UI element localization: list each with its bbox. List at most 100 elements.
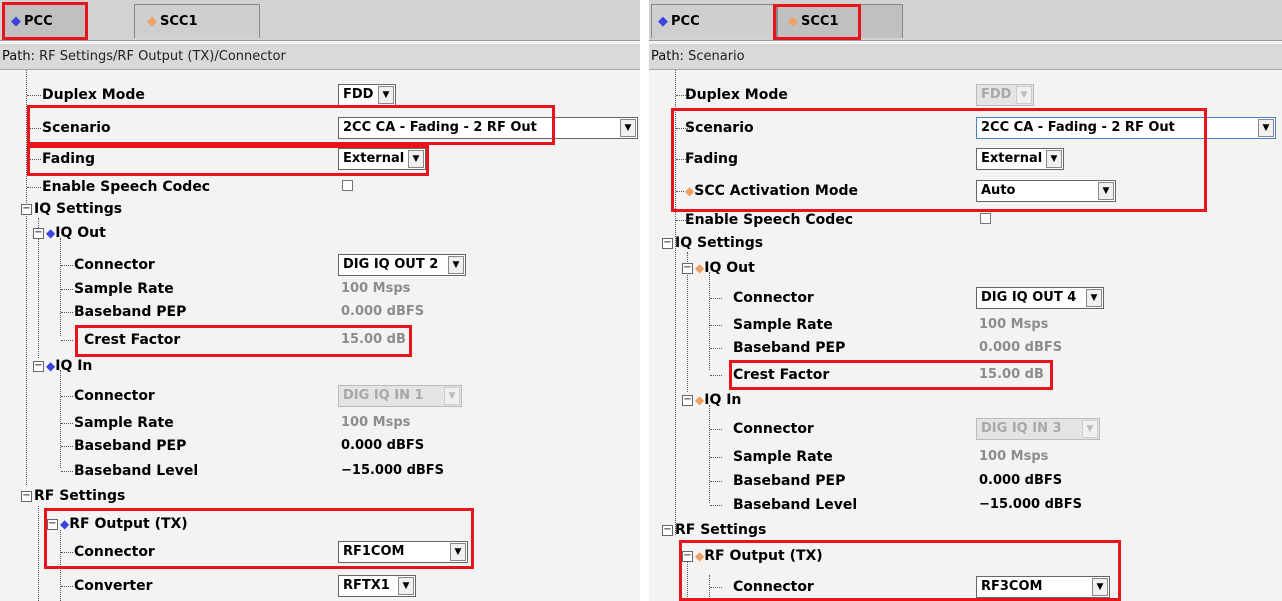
tree-line [710, 429, 722, 430]
path-value: RF Settings/RF Output (TX)/Connector [39, 49, 286, 64]
rf-converter-select[interactable]: RFTX1 ▼ [338, 575, 416, 597]
tree-line [61, 312, 73, 313]
scc-diamond-icon: ◆ [695, 393, 705, 407]
chevron-down-icon[interactable]: ▼ [450, 543, 466, 561]
scc-activation-text: SCC Activation Mode [694, 183, 858, 199]
collapse-icon[interactable]: − [662, 238, 673, 249]
collapse-icon[interactable]: − [682, 263, 693, 274]
path-bar: Path: RF Settings/RF Output (TX)/Connect… [0, 44, 640, 70]
tab-pcc[interactable]: ◆ PCC [2, 4, 86, 38]
sample-rate-label: Sample Rate [733, 449, 833, 465]
panel-divider [640, 0, 649, 601]
chevron-down-icon[interactable]: ▼ [1092, 578, 1108, 596]
rf-connector-select[interactable]: RF3COM ▼ [976, 576, 1110, 598]
speech-codec-checkbox[interactable] [980, 213, 991, 224]
chevron-down-icon[interactable]: ▼ [448, 256, 464, 274]
collapse-icon[interactable]: − [33, 228, 44, 239]
duplex-mode-select[interactable]: FDD ▼ [338, 84, 396, 106]
connector-label: Connector [74, 257, 155, 273]
tab-scc1[interactable]: ◆ SCC1 [777, 4, 903, 38]
iq-in-text: IQ In [55, 358, 93, 374]
settings-tree: Duplex Mode FDD ▼ Scenario 2CC CA - Fadi… [0, 70, 640, 601]
speech-codec-checkbox[interactable] [342, 180, 353, 191]
crest-factor-value: 15.00 dB [979, 367, 1044, 382]
iq-in-connector-select: DIG IQ IN 3 ▼ [976, 418, 1100, 440]
rf-connector-select[interactable]: RF1COM ▼ [338, 541, 468, 563]
sample-rate-value: 100 Msps [341, 281, 411, 296]
rf-connector-value: RF1COM [343, 544, 405, 559]
row-iq-out-pep: Baseband PEP 0.000 dBFS [649, 336, 1282, 360]
row-rf-settings: − RF Settings [0, 484, 640, 508]
collapse-icon[interactable]: − [662, 525, 673, 536]
tab-scc1[interactable]: ◆ SCC1 [134, 4, 260, 38]
chevron-down-icon[interactable]: ▼ [1258, 119, 1274, 137]
scenario-value: 2CC CA - Fading - 2 RF Out [343, 120, 537, 135]
converter-label: Converter [74, 578, 153, 594]
row-rf-output: − ◆RF Output (TX) [0, 512, 640, 536]
scenario-select[interactable]: 2CC CA - Fading - 2 RF Out ▼ [338, 117, 638, 139]
crest-factor-label: Crest Factor [733, 367, 830, 383]
chevron-down-icon[interactable]: ▼ [1098, 182, 1114, 200]
collapse-icon[interactable]: − [21, 491, 32, 502]
chevron-down-icon[interactable]: ▼ [378, 86, 394, 104]
connector-label: Connector [733, 421, 814, 437]
baseband-pep-label: Baseband PEP [733, 473, 846, 489]
chevron-down-icon[interactable]: ▼ [620, 119, 636, 137]
tree-line [710, 587, 722, 588]
pcc-diamond-icon: ◆ [11, 14, 21, 29]
row-iq-in-sample-rate: Sample Rate 100 Msps [649, 445, 1282, 469]
collapse-icon[interactable]: − [21, 204, 32, 215]
scenario-select[interactable]: 2CC CA - Fading - 2 RF Out ▼ [976, 117, 1276, 139]
row-iq-in-connector: Connector DIG IQ IN 1 ▼ [0, 384, 640, 408]
iq-out-connector-select[interactable]: DIG IQ OUT 4 ▼ [976, 287, 1104, 309]
tree-line [710, 505, 722, 506]
pcc-diamond-icon: ◆ [46, 226, 56, 240]
tree-line [710, 298, 722, 299]
tree-line [61, 446, 73, 447]
row-rf-converter: Converter RFTX1 ▼ [0, 574, 640, 598]
rf-settings-label: RF Settings [34, 488, 126, 504]
pcc-diamond-icon: ◆ [60, 517, 70, 531]
row-iq-in-sample-rate: Sample Rate 100 Msps [0, 411, 640, 435]
scc-activation-select[interactable]: Auto ▼ [976, 180, 1116, 202]
baseband-pep-value: 0.000 dBFS [341, 438, 425, 453]
tree-line [710, 325, 722, 326]
sample-rate-label: Sample Rate [74, 281, 174, 297]
baseband-level-label: Baseband Level [733, 497, 858, 513]
fading-select[interactable]: External ▼ [338, 148, 426, 170]
scc-activation-label: ◆SCC Activation Mode [685, 179, 858, 203]
chevron-down-icon[interactable]: ▼ [1046, 150, 1062, 168]
chevron-down-icon[interactable]: ▼ [398, 577, 414, 595]
row-iq-in-level: Baseband Level −15.000 dBFS [649, 493, 1282, 517]
iq-out-text: IQ Out [704, 260, 755, 276]
chevron-down-icon[interactable]: ▼ [1086, 289, 1102, 307]
connector-label: Connector [74, 388, 155, 404]
collapse-icon[interactable]: − [682, 395, 693, 406]
rf-output-text: RF Output (TX) [69, 516, 188, 532]
tree-line [710, 457, 722, 458]
chevron-down-icon[interactable]: ▼ [408, 150, 424, 168]
fading-label: Fading [42, 151, 95, 167]
pcc-diamond-icon: ◆ [658, 14, 668, 29]
tab-pcc[interactable]: ◆ PCC [651, 4, 777, 38]
iq-out-text: IQ Out [55, 225, 106, 241]
fading-select[interactable]: External ▼ [976, 148, 1064, 170]
duplex-mode-select: FDD ▼ [976, 84, 1034, 106]
duplex-mode-label: Duplex Mode [42, 87, 145, 103]
collapse-icon[interactable]: − [47, 519, 58, 530]
baseband-pep-value: 0.000 dBFS [979, 473, 1063, 488]
baseband-pep-label: Baseband PEP [74, 438, 187, 454]
collapse-icon[interactable]: − [33, 361, 44, 372]
tree-line [27, 128, 41, 129]
collapse-icon[interactable]: − [682, 551, 693, 562]
tree-line [710, 481, 722, 482]
iq-out-connector-select[interactable]: DIG IQ OUT 2 ▼ [338, 254, 466, 276]
baseband-pep-label: Baseband PEP [733, 340, 846, 356]
baseband-pep-value: 0.000 dBFS [341, 304, 425, 319]
iq-in-label: ◆IQ In [46, 354, 92, 378]
row-iq-in: − ◆IQ In [0, 354, 640, 378]
crest-factor-value: 15.00 dB [341, 332, 406, 347]
iq-out-label: ◆IQ Out [695, 256, 755, 280]
row-rf-connector: Connector RF1COM ▼ [0, 540, 640, 564]
row-iq-settings: − IQ Settings [649, 231, 1282, 255]
